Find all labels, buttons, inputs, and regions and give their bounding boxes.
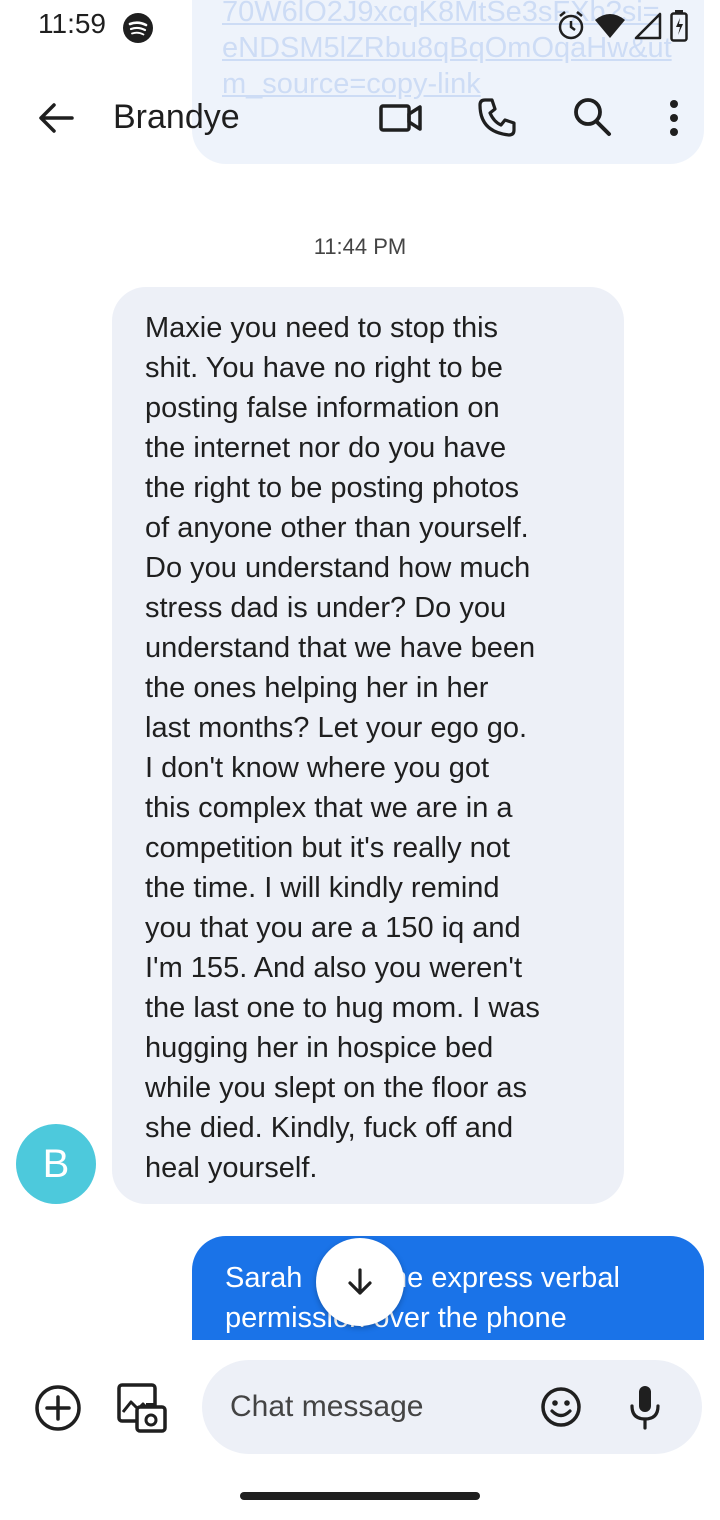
incoming-message-bubble[interactable]: Maxie you need to stop this shit. You ha… bbox=[112, 287, 624, 1204]
incoming-message-text: Maxie you need to stop this shit. You ha… bbox=[145, 312, 540, 1184]
search-icon[interactable] bbox=[572, 96, 612, 138]
message-timestamp: 11:44 PM bbox=[313, 234, 407, 259]
arrow-down-icon bbox=[344, 1266, 376, 1298]
compose-bar: Chat message bbox=[0, 1340, 720, 1470]
chat-message-input[interactable]: Chat message bbox=[202, 1360, 702, 1454]
contact-avatar[interactable]: B bbox=[16, 1124, 96, 1204]
video-call-icon[interactable] bbox=[378, 98, 424, 138]
status-bar: 11:59 bbox=[0, 0, 720, 56]
status-time: 11:59 bbox=[38, 8, 106, 39]
add-attachment-icon[interactable] bbox=[34, 1384, 82, 1432]
battery-icon bbox=[670, 10, 688, 42]
outgoing-message-text: Sarah me express verbal permission over … bbox=[225, 1262, 620, 1334]
signal-icon bbox=[634, 12, 662, 40]
back-arrow-icon[interactable] bbox=[36, 98, 76, 138]
contact-name[interactable]: Brandye bbox=[113, 98, 240, 137]
phone-call-icon[interactable] bbox=[476, 96, 518, 138]
wifi-icon bbox=[594, 12, 626, 40]
gallery-camera-icon[interactable] bbox=[116, 1382, 168, 1434]
more-options-icon[interactable] bbox=[664, 98, 684, 138]
scroll-to-bottom-button[interactable] bbox=[316, 1238, 404, 1326]
outgoing-message-clip: Sarah me express verbal permission over … bbox=[192, 1236, 704, 1340]
outgoing-message-bubble[interactable]: Sarah me express verbal permission over … bbox=[192, 1236, 704, 1340]
app-bar: Brandye bbox=[0, 84, 720, 154]
spotify-icon bbox=[122, 12, 154, 44]
emoji-icon[interactable] bbox=[540, 1386, 582, 1428]
alarm-icon bbox=[556, 10, 586, 42]
home-indicator[interactable] bbox=[240, 1492, 480, 1500]
chat-message-placeholder: Chat message bbox=[230, 1390, 424, 1423]
microphone-icon[interactable] bbox=[628, 1384, 662, 1430]
